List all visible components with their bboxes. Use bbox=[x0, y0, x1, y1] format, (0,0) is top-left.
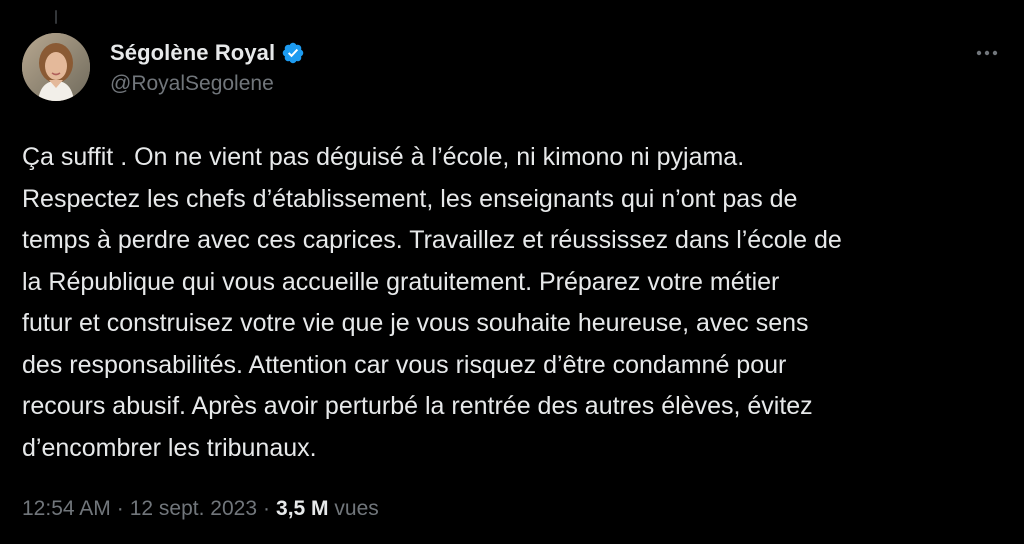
views-count: 3,5 M bbox=[276, 497, 329, 520]
tweet-text: Ça suffit . On ne vient pas déguisé à l’… bbox=[22, 143, 842, 462]
more-horizontal-icon bbox=[976, 50, 998, 56]
tweet-meta: 12:54 AM · 12 sept. 2023 · 3,5 M vues bbox=[22, 497, 379, 521]
author-handle[interactable]: @RoyalSegolene bbox=[110, 72, 274, 96]
avatar[interactable] bbox=[22, 33, 90, 101]
meta-separator: · bbox=[116, 497, 124, 520]
meta-separator: · bbox=[263, 497, 271, 520]
thread-connector-line bbox=[55, 10, 57, 24]
tweet-date[interactable]: 12 sept. 2023 bbox=[130, 497, 257, 520]
avatar-image bbox=[22, 33, 90, 101]
author-display-name[interactable]: Ségolène Royal bbox=[110, 40, 275, 66]
views-label: vues bbox=[334, 497, 379, 520]
more-options-button[interactable] bbox=[970, 36, 1004, 70]
tweet-time[interactable]: 12:54 AM bbox=[22, 497, 111, 520]
verified-badge-icon[interactable] bbox=[281, 41, 305, 65]
author-name-row: Ségolène Royal bbox=[110, 40, 305, 66]
